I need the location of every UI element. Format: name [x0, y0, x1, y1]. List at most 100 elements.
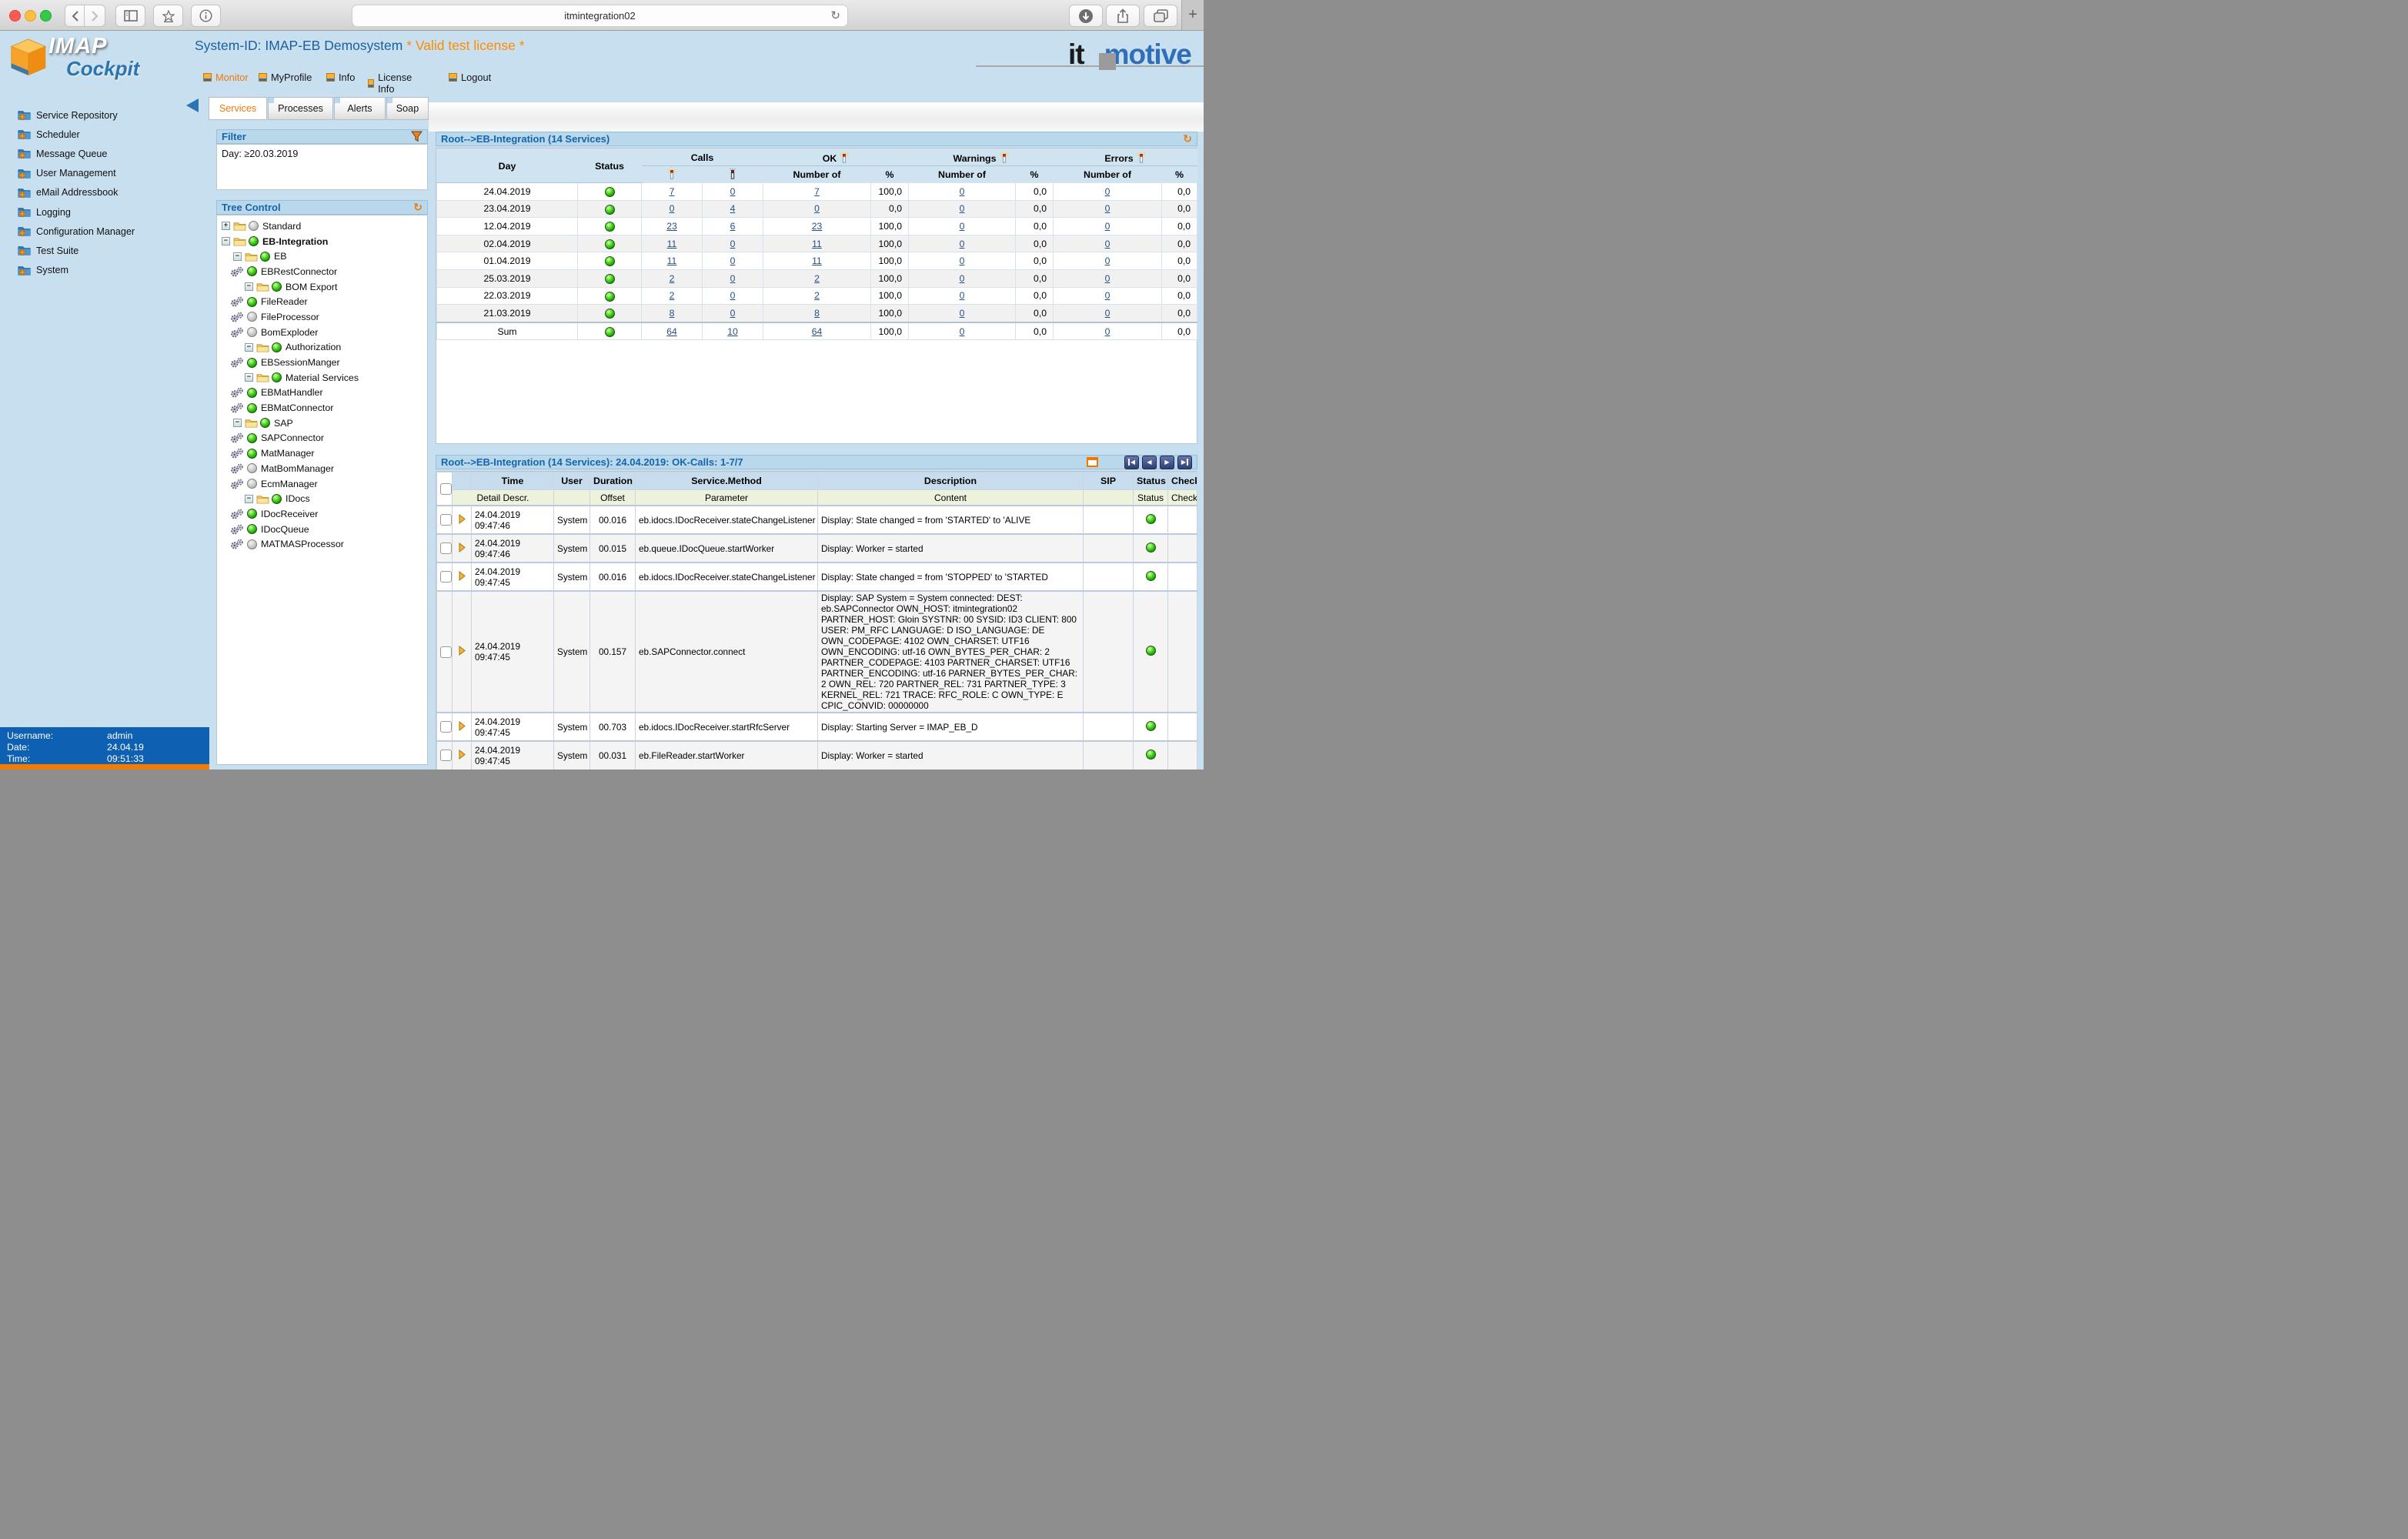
- warn-link[interactable]: 0: [960, 308, 965, 319]
- ok-link[interactable]: 8: [814, 308, 820, 319]
- calls-link[interactable]: 7: [670, 186, 675, 197]
- row-checkbox[interactable]: [440, 514, 452, 526]
- nav-item-monitor[interactable]: Monitor: [203, 72, 249, 83]
- tree-node-matmasprocessor[interactable]: MATMASProcessor: [217, 536, 426, 552]
- ok-link[interactable]: 11: [812, 255, 822, 266]
- sidebar-item-user-management[interactable]: User Management: [17, 164, 205, 183]
- tree-node-idocreceiver[interactable]: IDocReceiver: [217, 506, 426, 522]
- page-next-button[interactable]: [1160, 455, 1174, 469]
- sidebar-item-test-suite[interactable]: Test Suite: [17, 241, 205, 260]
- services-refresh-icon[interactable]: [1183, 132, 1192, 145]
- tree-node-ebrestconnector[interactable]: EBRestConnector: [217, 264, 426, 279]
- calls-link[interactable]: 11: [667, 239, 677, 249]
- err-link[interactable]: 0: [1105, 221, 1110, 232]
- collapse-icon[interactable]: [245, 373, 253, 382]
- tree-node-ebmathandler[interactable]: EBMatHandler: [217, 386, 426, 401]
- calls-link[interactable]: 8: [670, 308, 675, 319]
- tab-services[interactable]: Services: [209, 97, 267, 120]
- warn-link[interactable]: 0: [960, 221, 965, 232]
- tree-refresh-icon[interactable]: [413, 201, 422, 214]
- row-checkbox[interactable]: [440, 571, 452, 583]
- warn-link[interactable]: 0: [960, 290, 965, 301]
- minimize-window-button[interactable]: [25, 10, 36, 22]
- page-prev-button[interactable]: [1142, 455, 1157, 469]
- collapse-sidebar-arrow[interactable]: [186, 98, 199, 112]
- row-checkbox[interactable]: [440, 646, 452, 658]
- tab-alerts[interactable]: Alerts: [334, 97, 386, 120]
- tree-node-matmanager[interactable]: MatManager: [217, 446, 426, 461]
- warn-link[interactable]: 0: [960, 203, 965, 214]
- err-link[interactable]: 0: [1105, 255, 1110, 266]
- reader-info-button[interactable]: [191, 5, 221, 27]
- col-calls-inactive[interactable]: [702, 165, 763, 183]
- row-checkbox[interactable]: [440, 721, 452, 733]
- warn-link[interactable]: 0: [960, 186, 965, 197]
- tab-overview-button[interactable]: [1144, 5, 1177, 27]
- filter-funnel-icon[interactable]: [411, 131, 422, 142]
- err-link[interactable]: 0: [1105, 290, 1110, 301]
- row-checkbox[interactable]: [440, 542, 452, 555]
- calls-inactive-link[interactable]: 6: [730, 221, 736, 232]
- calls-link[interactable]: 23: [666, 221, 677, 232]
- err-link[interactable]: 0: [1105, 308, 1110, 319]
- tree-node-bomexploder[interactable]: BomExploder: [217, 325, 426, 340]
- sidebar-item-service-repository[interactable]: Service Repository: [17, 105, 205, 125]
- tree-node-eb-integration[interactable]: EB-Integration: [217, 234, 426, 249]
- tree-node-authorization[interactable]: Authorization: [217, 340, 426, 356]
- ok-link[interactable]: 64: [812, 326, 823, 337]
- calls-link[interactable]: 2: [670, 290, 675, 301]
- expand-row-icon[interactable]: [459, 749, 466, 759]
- calls-link[interactable]: 11: [667, 255, 677, 266]
- tree-node-sap[interactable]: SAP: [217, 416, 426, 431]
- err-link[interactable]: 0: [1105, 326, 1110, 337]
- ok-link[interactable]: 11: [812, 239, 822, 249]
- calls-inactive-link[interactable]: 0: [730, 273, 736, 284]
- back-button[interactable]: [65, 5, 86, 27]
- err-link[interactable]: 0: [1105, 273, 1110, 284]
- close-window-button[interactable]: [9, 10, 21, 22]
- tree-node-sapconnector[interactable]: SAPConnector: [217, 431, 426, 446]
- warn-link[interactable]: 0: [960, 239, 965, 249]
- calls-inactive-link[interactable]: 0: [730, 308, 736, 319]
- sidebar-item-message-queue[interactable]: Message Queue: [17, 144, 205, 163]
- err-link[interactable]: 0: [1105, 186, 1110, 197]
- tree-node-matbommanager[interactable]: MatBomManager: [217, 461, 426, 476]
- tree-node-eb[interactable]: EB: [217, 249, 426, 264]
- zoom-window-button[interactable]: [40, 10, 52, 22]
- nav-item-info[interactable]: Info: [326, 72, 355, 83]
- ok-link[interactable]: 0: [814, 203, 820, 214]
- forward-button[interactable]: [84, 5, 105, 27]
- warn-link[interactable]: 0: [960, 255, 965, 266]
- open-window-icon[interactable]: [1087, 457, 1098, 467]
- expand-row-icon[interactable]: [459, 542, 466, 553]
- collapse-icon[interactable]: [245, 282, 253, 292]
- tab-processes[interactable]: Processes: [268, 97, 333, 120]
- calls-inactive-link[interactable]: 4: [730, 203, 736, 214]
- expand-row-icon[interactable]: [459, 514, 466, 524]
- tree-node-filereader[interactable]: FileReader: [217, 294, 426, 309]
- ok-link[interactable]: 7: [814, 186, 820, 197]
- sidebar-toggle-button[interactable]: [115, 5, 145, 27]
- calls-inactive-link[interactable]: 0: [730, 255, 736, 266]
- err-link[interactable]: 0: [1105, 239, 1110, 249]
- new-tab-button[interactable]: [1181, 0, 1204, 30]
- calls-inactive-link[interactable]: 10: [727, 326, 738, 337]
- sidebar-item-scheduler[interactable]: Scheduler: [17, 125, 205, 144]
- nav-item-license-info[interactable]: License Info: [368, 72, 414, 95]
- tree-node-bom-export[interactable]: BOM Export: [217, 279, 426, 295]
- calls-link[interactable]: 2: [670, 273, 675, 284]
- tree-node-idocqueue[interactable]: IDocQueue: [217, 522, 426, 537]
- tree-node-idocs[interactable]: IDocs: [217, 491, 426, 506]
- share-button[interactable]: [1106, 5, 1140, 27]
- sidebar-item-logging[interactable]: Logging: [17, 202, 205, 222]
- nav-item-myprofile[interactable]: MyProfile: [259, 72, 312, 83]
- tree-node-fileprocessor[interactable]: FileProcessor: [217, 309, 426, 325]
- downloads-button[interactable]: [1069, 5, 1103, 27]
- row-checkbox[interactable]: [440, 749, 452, 762]
- col-calls-active[interactable]: [641, 165, 703, 183]
- warn-link[interactable]: 0: [960, 273, 965, 284]
- ok-link[interactable]: 2: [814, 290, 820, 301]
- tree-node-ecmmanager[interactable]: EcmManager: [217, 476, 426, 492]
- err-link[interactable]: 0: [1105, 203, 1110, 214]
- calls-inactive-link[interactable]: 0: [730, 239, 736, 249]
